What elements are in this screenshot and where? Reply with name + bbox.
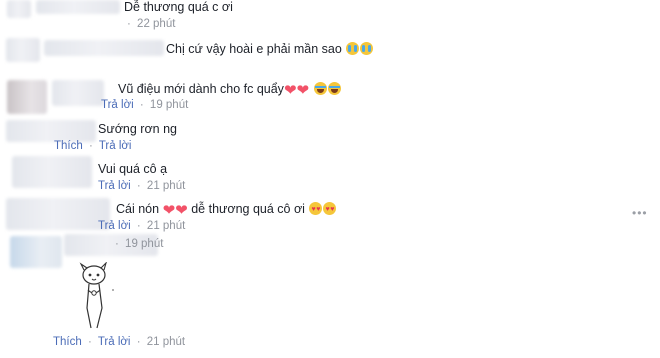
separator-dot: ·	[139, 99, 144, 111]
separator-dot: ·	[127, 18, 131, 30]
comment-meta: Thích · Trả lời · 21 phút	[53, 335, 185, 349]
crying-face-icon	[346, 42, 360, 55]
comment-meta: · 19 phút	[112, 237, 163, 251]
comment-text: Vui quá cô ạ	[98, 162, 168, 176]
heart-icon: ❤	[296, 82, 310, 99]
comment-body: Vũ điệu mới dành cho fc quẩy	[118, 82, 284, 96]
comment-text: Dễ thương quá c ơi	[124, 0, 233, 14]
laughing-face-icon	[313, 82, 327, 95]
commenter-name[interactable]	[44, 40, 164, 56]
reply-link[interactable]: Trả lời	[99, 140, 132, 152]
comment-time[interactable]: 19 phút	[150, 99, 188, 111]
comment-text: Vũ điệu mới dành cho fc quẩy❤❤	[118, 81, 341, 98]
comment-body: Chị cứ vậy hoài e phải mần sao	[166, 42, 342, 56]
avatar[interactable]	[6, 38, 40, 62]
separator-dot: ·	[136, 336, 141, 348]
heart-icon: ❤	[162, 202, 176, 219]
commenter-name[interactable]	[52, 80, 104, 106]
reply-link[interactable]: Trả lời	[98, 220, 131, 232]
comment-meta: Trả lời · 21 phút	[98, 179, 185, 193]
more-options-icon[interactable]: •••	[632, 206, 648, 220]
avatar[interactable]	[12, 156, 92, 188]
comment-time[interactable]: 21 phút	[147, 336, 185, 348]
dot	[112, 289, 114, 291]
like-link[interactable]: Thích	[53, 336, 82, 348]
commenter-name[interactable]	[36, 0, 120, 14]
separator-dot: ·	[136, 180, 141, 192]
separator-dot: ·	[115, 238, 119, 250]
like-link[interactable]: Thích	[54, 140, 83, 152]
reply-link[interactable]: Trả lời	[98, 180, 131, 192]
comment-time[interactable]: 19 phút	[125, 238, 163, 250]
comment-meta: · 22 phút	[124, 17, 175, 31]
separator-dot: ·	[87, 336, 92, 348]
avatar[interactable]	[7, 0, 31, 18]
comment-time[interactable]: 21 phút	[147, 220, 185, 232]
comment-meta: Trả lời · 19 phút	[101, 98, 188, 112]
heart-icon: ❤	[283, 82, 297, 99]
comment-time[interactable]: 22 phút	[137, 18, 175, 30]
reply-link[interactable]: Trả lời	[98, 336, 131, 348]
comment-body: Cái nón	[116, 202, 160, 216]
avatar[interactable]	[6, 198, 110, 230]
avatar[interactable]	[10, 236, 62, 268]
reply-link[interactable]: Trả lời	[101, 99, 134, 111]
avatar[interactable]	[7, 80, 47, 114]
comment-text: Chị cứ vậy hoài e phải mần sao	[166, 41, 374, 57]
comment-meta: Trả lời · 21 phút	[98, 219, 185, 233]
heart-eyes-face-icon	[309, 202, 323, 218]
separator-dot: ·	[136, 220, 141, 232]
separator-dot: ·	[88, 140, 93, 152]
laughing-face-icon	[327, 82, 341, 95]
comment-text: Cái nón ❤❤ dễ thương quá cô ơi	[116, 201, 337, 219]
crying-face-icon	[360, 42, 374, 55]
comment-body-continued: dễ thương quá cô ơi	[191, 202, 305, 216]
heart-icon: ❤	[175, 202, 188, 219]
heart-eyes-face-icon	[323, 202, 337, 218]
comment-text: Sướng rơn ng	[98, 122, 177, 136]
cartoon-figure-sticker[interactable]	[74, 262, 118, 332]
comment-time[interactable]: 21 phút	[147, 180, 185, 192]
comment-meta: Thích · Trả lời	[54, 139, 131, 153]
